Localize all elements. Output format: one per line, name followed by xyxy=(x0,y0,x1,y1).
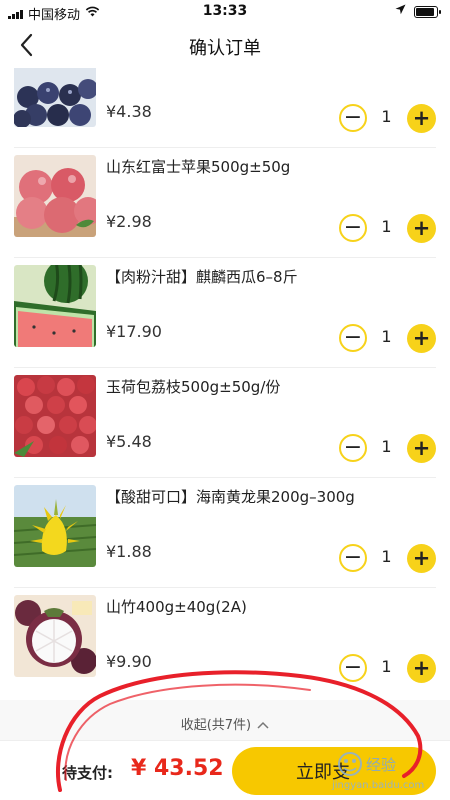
increase-quantity-button[interactable]: + xyxy=(407,214,436,243)
minus-icon: − xyxy=(343,655,363,680)
page-title: 确认订单 xyxy=(189,38,261,59)
status-bar: 中国移动 13:33 xyxy=(0,0,450,23)
quantity-stepper: − 1 + xyxy=(339,654,436,683)
quantity-stepper: − 1 + xyxy=(339,214,436,243)
nav-bar: 确认订单 xyxy=(0,22,450,68)
list-item: 山东红富士苹果500g±50g ¥2.98 − 1 + xyxy=(0,148,450,258)
list-item: 玉荷包荔枝500g±50g/份 ¥5.48 − 1 + xyxy=(0,368,450,478)
watermark-text: 经验 xyxy=(366,756,397,774)
quantity-stepper: − 1 + xyxy=(339,434,436,463)
decrease-quantity-button[interactable]: − xyxy=(339,214,367,242)
chevron-up-icon xyxy=(257,718,269,733)
quantity-value: 1 xyxy=(381,657,392,676)
list-item: ¥4.38 − 1 + xyxy=(0,68,450,148)
quantity-value: 1 xyxy=(381,217,392,236)
decrease-quantity-button[interactable]: − xyxy=(339,544,367,572)
minus-icon: − xyxy=(343,105,363,130)
list-item: 山竹400g±40g(2A) ¥9.90 − 1 + xyxy=(0,588,450,698)
quantity-stepper: − 1 + xyxy=(339,324,436,353)
watermark-url: jingyan.baidu.com xyxy=(332,780,425,791)
quantity-value: 1 xyxy=(381,547,392,566)
item-name: 【肉粉汁甜】麒麟西瓜6–8斤 xyxy=(106,268,298,286)
item-price: ¥9.90 xyxy=(106,652,152,671)
quantity-stepper: − 1 + xyxy=(339,544,436,573)
quantity-value: 1 xyxy=(381,327,392,346)
pitaya-image xyxy=(14,485,96,567)
plus-icon: + xyxy=(412,656,431,680)
decrease-quantity-button[interactable]: − xyxy=(339,434,367,462)
collapse-label: 收起(共7件) xyxy=(180,718,252,733)
item-name: 山竹400g±40g(2A) xyxy=(106,598,247,616)
minus-icon: − xyxy=(343,215,363,240)
increase-quantity-button[interactable]: + xyxy=(407,434,436,463)
battery-icon xyxy=(414,5,441,18)
item-name: 山东红富士苹果500g±50g xyxy=(106,158,291,176)
item-price: ¥1.88 xyxy=(106,542,152,561)
increase-quantity-button[interactable]: + xyxy=(407,324,436,353)
plus-icon: + xyxy=(412,326,431,350)
order-item-list[interactable]: ¥4.38 − 1 + 山东红富士苹果500g±50g ¥2.98 − 1 + xyxy=(0,68,450,700)
blueberry-image xyxy=(14,68,96,127)
list-item: 【肉粉汁甜】麒麟西瓜6–8斤 ¥17.90 − 1 + xyxy=(0,258,450,368)
watermark: 经验 jingyan.baidu.com xyxy=(330,746,440,796)
increase-quantity-button[interactable]: + xyxy=(407,654,436,683)
list-item: 【酸甜可口】海南黄龙果200g–300g ¥1.88 − 1 + xyxy=(0,478,450,588)
item-price: ¥4.38 xyxy=(106,102,152,121)
lychee-image xyxy=(14,375,96,457)
minus-icon: − xyxy=(343,435,363,460)
decrease-quantity-button[interactable]: − xyxy=(339,104,367,132)
status-time: 13:33 xyxy=(202,3,248,19)
decrease-quantity-button[interactable]: − xyxy=(339,654,367,682)
quantity-value: 1 xyxy=(381,437,392,456)
item-name: 【酸甜可口】海南黄龙果200g–300g xyxy=(106,488,355,506)
minus-icon: − xyxy=(343,325,363,350)
status-right xyxy=(395,4,441,19)
item-price: ¥2.98 xyxy=(106,212,152,231)
item-price: ¥17.90 xyxy=(106,322,162,341)
plus-icon: + xyxy=(412,436,431,460)
plus-icon: + xyxy=(412,216,431,240)
location-arrow-icon xyxy=(395,4,406,19)
minus-icon: − xyxy=(343,545,363,570)
decrease-quantity-button[interactable]: − xyxy=(339,324,367,352)
increase-quantity-button[interactable]: + xyxy=(407,544,436,573)
quantity-value: 1 xyxy=(381,107,392,126)
quantity-stepper: − 1 + xyxy=(339,104,436,133)
watermelon-image xyxy=(14,265,96,347)
plus-icon: + xyxy=(412,546,431,570)
collapse-items-toggle[interactable]: 收起(共7件) xyxy=(0,700,450,740)
pay-label: 待支付: xyxy=(62,764,113,782)
pay-amount: ¥ 43.52 xyxy=(131,756,224,781)
apple-image xyxy=(14,155,96,237)
item-name: 玉荷包荔枝500g±50g/份 xyxy=(106,378,281,396)
plus-icon: + xyxy=(412,106,431,130)
increase-quantity-button[interactable]: + xyxy=(407,104,436,133)
item-price: ¥5.48 xyxy=(106,432,152,451)
mangosteen-image xyxy=(14,595,96,677)
